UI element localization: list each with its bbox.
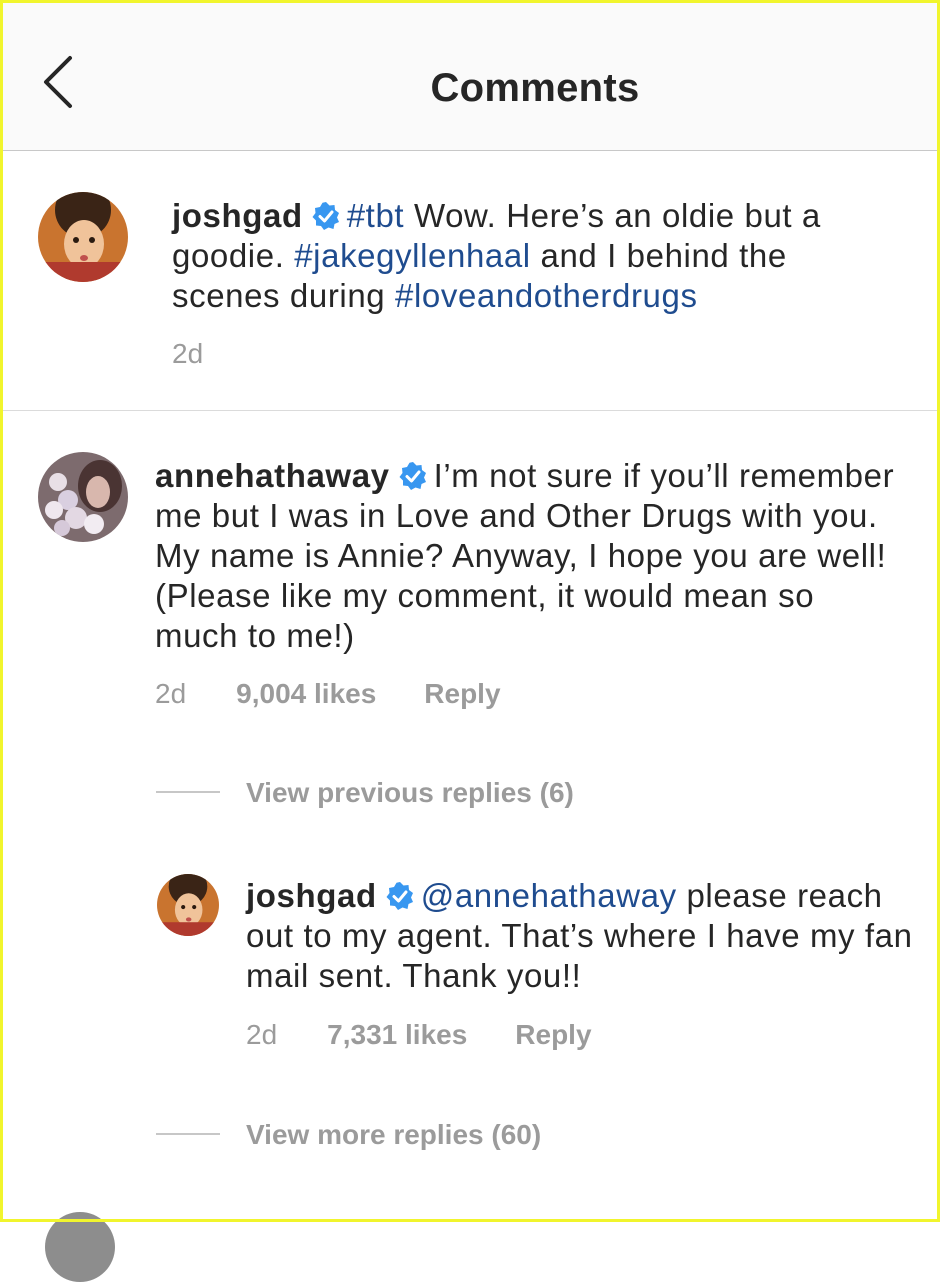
header-bar: Comments <box>0 0 940 151</box>
reply-text: joshgad @annehathaway please reach out to… <box>246 876 916 996</box>
username[interactable]: annehathaway <box>155 457 390 494</box>
reply-meta: 2d 7,331 likes Reply <box>246 1019 592 1051</box>
username[interactable]: joshgad <box>172 197 303 234</box>
replies-divider-line <box>156 1133 220 1135</box>
avatar[interactable] <box>157 874 219 936</box>
caption-meta: 2d <box>172 338 203 370</box>
timestamp: 2d <box>155 678 187 709</box>
timestamp: 2d <box>172 338 204 369</box>
divider <box>0 410 940 411</box>
verified-badge-icon <box>312 202 339 230</box>
hashtag-link[interactable]: #tbt <box>347 197 404 234</box>
page-title: Comments <box>430 66 640 110</box>
replies-divider-line <box>156 791 220 793</box>
username[interactable]: joshgad <box>246 877 377 914</box>
hashtag-link[interactable]: #jakegyllenhaal <box>294 237 531 274</box>
likes-count[interactable]: 9,004 likes <box>236 678 376 710</box>
avatar[interactable] <box>38 452 128 542</box>
reply-button[interactable]: Reply <box>424 678 500 710</box>
hashtag-link[interactable]: #loveandotherdrugs <box>395 277 698 314</box>
verified-badge-icon <box>386 882 413 910</box>
caption-text: joshgad #tbt Wow. Here’s an oldie but a g… <box>172 196 892 316</box>
verified-badge-icon <box>399 462 426 490</box>
mention-link[interactable]: @annehathaway <box>421 877 677 914</box>
reply-button[interactable]: Reply <box>515 1019 591 1051</box>
view-more-replies-button[interactable]: View more replies (60) <box>246 1119 541 1151</box>
view-previous-replies-button[interactable]: View previous replies (6) <box>246 777 574 809</box>
comment-meta: 2d 9,004 likes Reply <box>155 678 501 710</box>
avatar[interactable] <box>45 1212 115 1282</box>
comment-text: annehathaway I’m not sure if you’ll remem… <box>155 456 907 656</box>
timestamp: 2d <box>246 1019 278 1050</box>
avatar[interactable] <box>38 192 128 282</box>
likes-count[interactable]: 7,331 likes <box>327 1019 467 1051</box>
